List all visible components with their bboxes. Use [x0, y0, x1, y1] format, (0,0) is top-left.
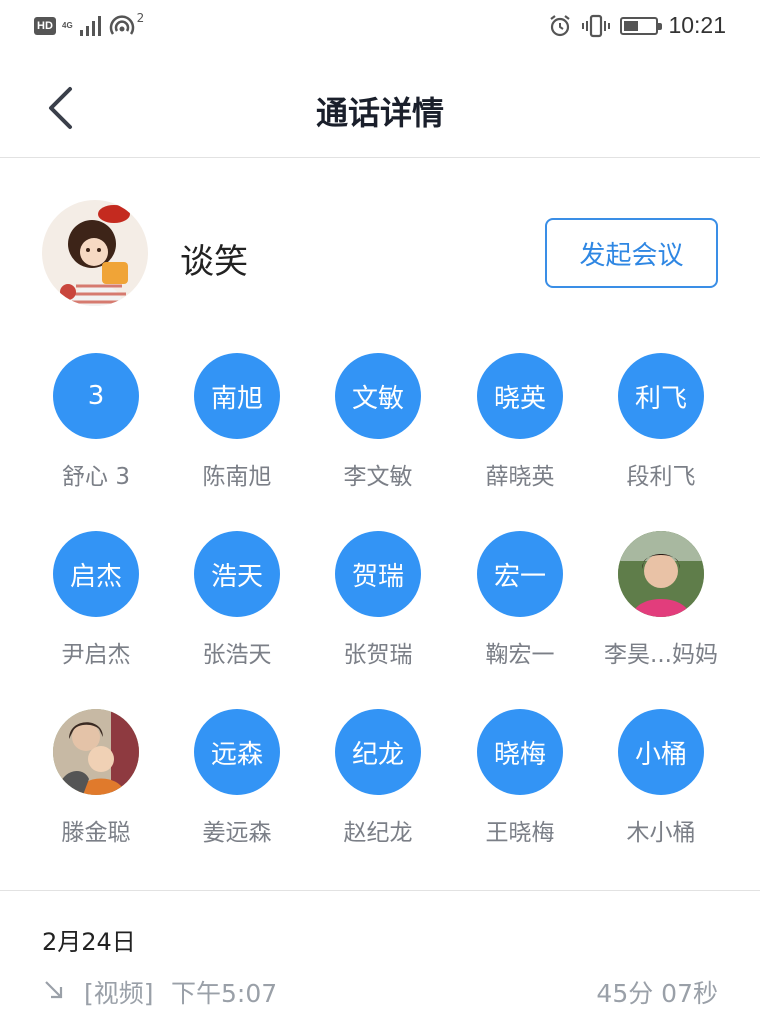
member-photo [618, 531, 704, 617]
battery-level [624, 20, 639, 31]
status-right: 10:21 [548, 12, 726, 39]
call-log-row[interactable]: [视频] 下午5:07 45分 07秒 [42, 972, 718, 1012]
member-item[interactable]: 利飞 段利飞 [591, 353, 731, 513]
status-time: 10:21 [668, 12, 726, 38]
member-item[interactable]: 文敏 李文敏 [308, 353, 448, 513]
member-name: 陈南旭 [202, 464, 272, 490]
network-type: 4G [62, 22, 73, 30]
member-item[interactable]: 晓英 薛晓英 [450, 353, 590, 513]
member-item[interactable]: 纪龙 赵纪龙 [308, 709, 448, 869]
member-initials: 纪龙 [335, 709, 421, 795]
member-initials: 利飞 [618, 353, 704, 439]
member-initials: 晓英 [477, 353, 563, 439]
member-name: 薛晓英 [485, 464, 555, 490]
member-name: 王晓梅 [485, 820, 555, 846]
member-item[interactable]: 李昊...妈妈 [591, 531, 731, 691]
contact-section: 谈笑 发起会议 [0, 158, 760, 338]
network-type-label: 4G [62, 21, 73, 30]
member-initials: 启杰 [53, 531, 139, 617]
divider [0, 890, 760, 891]
call-time: 下午5:07 [171, 979, 278, 1008]
hd-icon: HD [34, 17, 56, 35]
member-name: 木小桶 [626, 820, 696, 846]
contact-name: 谈笑 [180, 242, 248, 282]
start-meeting-button[interactable]: 发起会议 [545, 218, 718, 288]
member-item[interactable]: 小桶 木小桶 [591, 709, 731, 869]
member-initials: 小桶 [618, 709, 704, 795]
member-name: 段利飞 [626, 464, 696, 490]
hotspot-count: 2 [136, 11, 145, 25]
member-name: 滕金聪 [61, 820, 131, 846]
avatar[interactable] [42, 200, 148, 306]
member-name: 姜远森 [202, 820, 272, 846]
alarm-icon [550, 14, 571, 36]
member-name: 尹启杰 [61, 642, 131, 668]
member-initials: 宏一 [477, 531, 563, 617]
photo-avatar [618, 531, 704, 617]
photo-avatar [53, 709, 139, 795]
member-name: 李文敏 [343, 464, 413, 490]
hotspot-icon [109, 15, 134, 35]
member-item[interactable]: 晓梅 王晓梅 [450, 709, 590, 869]
call-date: 2月24日 [42, 928, 136, 956]
header: 通话详情 [0, 56, 760, 158]
member-item[interactable]: 宏一 鞠宏一 [450, 531, 590, 691]
member-item[interactable]: 滕金聪 [26, 709, 166, 869]
member-name: 李昊...妈妈 [604, 642, 718, 668]
member-item[interactable]: 贺瑞 张贺瑞 [308, 531, 448, 691]
member-initials: 浩天 [194, 531, 280, 617]
member-photo [53, 709, 139, 795]
member-name: 鞠宏一 [485, 642, 555, 668]
member-initials: 南旭 [194, 353, 280, 439]
member-item[interactable]: 启杰 尹启杰 [26, 531, 166, 691]
call-duration: 45分 07秒 [596, 979, 718, 1008]
status-bar: HD 4G 2 10:21 [0, 0, 760, 56]
member-item[interactable]: 南旭 陈南旭 [167, 353, 307, 513]
member-name: 舒心 3 [62, 464, 130, 490]
incoming-arrow-icon [45, 981, 63, 999]
member-item[interactable]: 远森 姜远森 [167, 709, 307, 869]
member-name: 张浩天 [202, 642, 272, 668]
avatar-illustration [42, 200, 148, 306]
member-initials: 3 [53, 353, 139, 439]
member-initials: 远森 [194, 709, 280, 795]
member-item[interactable]: 浩天 张浩天 [167, 531, 307, 691]
member-name: 张贺瑞 [343, 642, 413, 668]
page-title: 通话详情 [315, 94, 444, 132]
member-name: 赵纪龙 [343, 820, 413, 846]
member-item[interactable]: 3 舒心 3 [26, 353, 166, 513]
member-initials: 贺瑞 [335, 531, 421, 617]
member-initials: 文敏 [335, 353, 421, 439]
signal-icon [79, 16, 101, 36]
member-initials: 晓梅 [477, 709, 563, 795]
status-left: HD 4G 2 [34, 11, 148, 38]
call-type: [视频] [84, 979, 154, 1008]
battery-icon [620, 16, 663, 35]
vibrate-icon [582, 14, 611, 37]
